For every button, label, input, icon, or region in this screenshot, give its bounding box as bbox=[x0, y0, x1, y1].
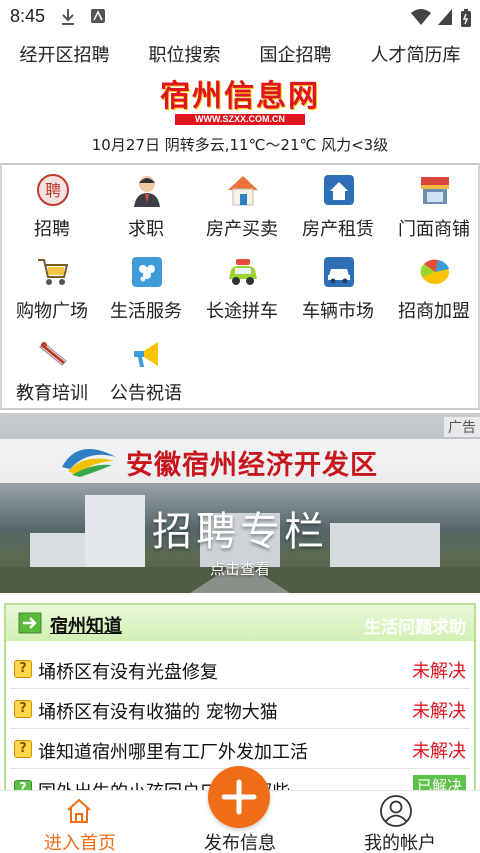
category-announcement[interactable]: 公告祝语 bbox=[98, 329, 194, 409]
nav-jingkaiqu-zhaopin[interactable]: 经开区招聘 bbox=[20, 41, 110, 67]
category-house-sale[interactable]: 房产买卖 bbox=[194, 165, 290, 245]
question-row[interactable]: ? 埇桥区有没有收猫的 宠物大猫 未解决 bbox=[10, 691, 470, 729]
top-nav: 经开区招聘 职位搜索 国企招聘 人才简历库 bbox=[0, 34, 480, 74]
category-qiuzhi[interactable]: 求职 bbox=[98, 165, 194, 245]
question-icon: ? bbox=[14, 740, 32, 758]
category-label: 生活服务 bbox=[110, 301, 182, 322]
category-label: 公告祝语 bbox=[110, 383, 182, 404]
shop-icon bbox=[421, 177, 449, 204]
person-icon bbox=[134, 176, 160, 207]
tab-account[interactable]: 我的帐户 bbox=[320, 791, 480, 853]
promo-banner[interactable]: 安徽宿州经济开发区 招聘专栏 点击查看 广告 bbox=[0, 413, 480, 593]
nav-resume-library[interactable]: 人才简历库 bbox=[371, 41, 461, 67]
question-status: 未解决 bbox=[412, 701, 466, 722]
dev-zone-logo-icon bbox=[62, 449, 116, 477]
question-text: 埇桥区有没有收猫的 宠物大猫 bbox=[38, 702, 278, 723]
vehicle-icon bbox=[324, 257, 354, 287]
category-house-rent[interactable]: 房产租赁 bbox=[290, 165, 386, 245]
category-label: 招聘 bbox=[34, 219, 70, 240]
plus-icon bbox=[221, 779, 257, 815]
category-label: 购物广场 bbox=[16, 301, 88, 322]
question-status: 未解决 bbox=[412, 661, 466, 682]
tab-publish-label: 发布信息 bbox=[204, 833, 276, 853]
diploma-icon bbox=[39, 342, 67, 366]
category-label: 房产租赁 bbox=[302, 219, 374, 240]
question-row[interactable]: ? 谁知道宿州哪里有工厂外发加工活 未解决 bbox=[10, 731, 470, 769]
flower-icon bbox=[132, 257, 162, 287]
coins-icon bbox=[420, 259, 449, 284]
app-notification-icon bbox=[91, 9, 105, 23]
tab-home[interactable]: 进入首页 bbox=[0, 791, 160, 853]
svg-text:聘: 聘 bbox=[45, 181, 61, 200]
category-label: 车辆市场 bbox=[302, 301, 374, 322]
question-text: 埇桥区有没有光盘修复 bbox=[38, 662, 218, 683]
logo-url: WWW.SZXX.COM.CN bbox=[175, 114, 305, 125]
category-label: 求职 bbox=[128, 219, 164, 240]
category-carpool[interactable]: 长途拼车 bbox=[194, 247, 290, 327]
question-status: 未解决 bbox=[412, 741, 466, 762]
category-education[interactable]: 教育培训 bbox=[4, 329, 100, 409]
account-icon bbox=[380, 795, 412, 827]
question-text: 谁知道宿州哪里有工厂外发加工活 bbox=[38, 742, 308, 763]
category-label: 房产买卖 bbox=[206, 219, 278, 240]
zhidao-subtitle: 生活问题求助 bbox=[364, 618, 466, 638]
site-logo[interactable]: 宿州信息网 WWW.SZXX.COM.CN bbox=[155, 80, 325, 126]
category-shop-front[interactable]: 门面商铺 bbox=[386, 165, 480, 245]
category-label: 门面商铺 bbox=[398, 219, 470, 240]
megaphone-icon bbox=[134, 342, 158, 367]
category-grid: 聘 招聘 求职 房产买卖 房产租赁 门面商铺 购物广场 生活服务 长途拼车 车辆… bbox=[0, 163, 480, 410]
car-icon bbox=[229, 259, 257, 285]
building-icon bbox=[324, 175, 354, 205]
category-vehicle-market[interactable]: 车辆市场 bbox=[290, 247, 386, 327]
weather-info: 10月27日 阴转多云,11℃～21℃ 风力<3级 bbox=[91, 136, 389, 154]
cart-icon bbox=[38, 259, 69, 285]
banner-headline: 安徽宿州经济开发区 bbox=[126, 450, 378, 481]
category-zhaopin[interactable]: 聘 招聘 bbox=[4, 165, 100, 245]
category-franchise[interactable]: 招商加盟 bbox=[386, 247, 480, 327]
home-icon bbox=[67, 798, 91, 823]
question-icon: ? bbox=[14, 660, 32, 678]
wifi-icon bbox=[411, 9, 431, 25]
logo-text: 宿州信息网 bbox=[160, 79, 320, 114]
category-label: 招商加盟 bbox=[398, 301, 470, 322]
banner-cta[interactable]: 点击查看 bbox=[0, 558, 480, 579]
category-label: 长途拼车 bbox=[206, 301, 278, 322]
banner-subheadline: 招聘专栏 bbox=[152, 509, 328, 555]
category-life-service[interactable]: 生活服务 bbox=[98, 247, 194, 327]
zhidao-header: 宿州知道 生活问题求助 bbox=[6, 605, 474, 641]
ad-label: 广告 bbox=[444, 417, 480, 437]
zhidao-title[interactable]: 宿州知道 bbox=[50, 612, 122, 638]
tab-home-label: 进入首页 bbox=[44, 833, 116, 853]
battery-icon bbox=[461, 9, 471, 27]
nav-position-search[interactable]: 职位搜索 bbox=[149, 41, 221, 67]
pin-icon: 聘 bbox=[37, 174, 69, 206]
tab-account-label: 我的帐户 bbox=[364, 833, 436, 853]
status-bar: 8:45 bbox=[0, 0, 480, 34]
category-shopping[interactable]: 购物广场 bbox=[4, 247, 100, 327]
category-label: 教育培训 bbox=[16, 383, 88, 404]
question-icon: ? bbox=[14, 700, 32, 718]
cellular-signal-icon bbox=[438, 9, 452, 25]
status-time: 8:45 bbox=[10, 6, 46, 26]
question-row[interactable]: ? 埇桥区有没有光盘修复 未解决 bbox=[10, 651, 470, 689]
house-icon bbox=[228, 176, 258, 206]
nav-soe-recruit[interactable]: 国企招聘 bbox=[260, 41, 332, 67]
publish-fab-button[interactable] bbox=[208, 766, 270, 828]
arrow-right-icon bbox=[18, 612, 42, 634]
zhidao-section: 宿州知道 生活问题求助 ? 埇桥区有没有光盘修复 未解决 ? 埇桥区有没有收猫的… bbox=[4, 603, 476, 803]
download-icon bbox=[62, 9, 74, 25]
